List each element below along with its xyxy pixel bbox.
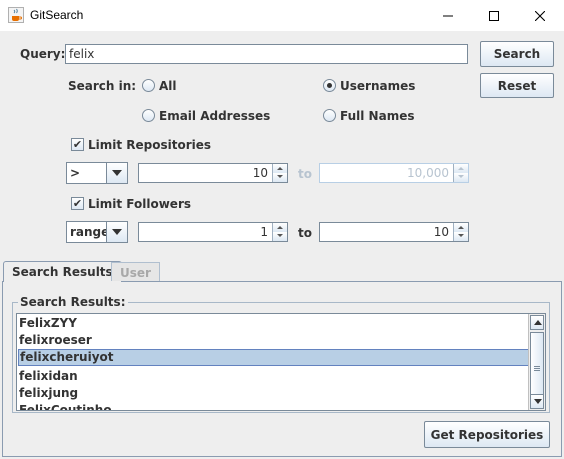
radio-full-names[interactable] bbox=[323, 109, 336, 122]
followers-operator-value: range bbox=[70, 225, 110, 239]
repos-to-value: 10,000 bbox=[407, 166, 449, 180]
followers-to-spinner[interactable]: 10 bbox=[319, 222, 469, 242]
list-item-selected[interactable]: felixcheruiyot bbox=[18, 349, 530, 366]
limit-repositories-checkbox[interactable]: ✔ bbox=[71, 138, 84, 151]
minimize-button[interactable] bbox=[425, 0, 471, 31]
repos-to-spinner: 10,000 bbox=[319, 163, 469, 183]
spinner-down-icon bbox=[454, 173, 468, 182]
results-list[interactable]: FelixZYY felixroeser felixcheruiyot feli… bbox=[16, 313, 546, 411]
followers-to-value: 10 bbox=[433, 225, 449, 239]
scroll-down-icon[interactable] bbox=[530, 394, 544, 409]
list-item[interactable]: felixidan bbox=[18, 368, 530, 385]
followers-from-spinner[interactable]: 1 bbox=[138, 222, 288, 242]
maximize-icon bbox=[489, 10, 499, 21]
radio-full-names-label[interactable]: Full Names bbox=[340, 109, 414, 123]
chevron-down-icon[interactable] bbox=[106, 222, 127, 242]
scroll-up-icon[interactable] bbox=[530, 315, 544, 330]
list-item[interactable]: felixjung bbox=[18, 385, 530, 402]
limit-followers-label[interactable]: Limit Followers bbox=[88, 197, 191, 211]
maximize-button[interactable] bbox=[471, 0, 517, 31]
list-item[interactable]: felixroeser bbox=[18, 332, 530, 349]
followers-operator-select[interactable]: range bbox=[66, 221, 128, 243]
spinner-down-icon[interactable] bbox=[454, 232, 468, 241]
title-bar[interactable]: GitSearch bbox=[0, 0, 564, 31]
search-button[interactable]: Search bbox=[480, 41, 554, 67]
limit-followers-checkbox[interactable]: ✔ bbox=[71, 197, 84, 210]
search-in-label: Search in: bbox=[68, 79, 137, 93]
followers-to-label: to bbox=[298, 226, 312, 240]
close-icon bbox=[535, 10, 545, 21]
search-results-title: Search Results: bbox=[18, 295, 128, 309]
minimize-icon bbox=[443, 15, 453, 16]
radio-email-addresses[interactable] bbox=[142, 109, 155, 122]
query-input[interactable]: felix bbox=[65, 44, 468, 64]
list-item[interactable]: FelixCoutinho bbox=[18, 402, 530, 410]
spinner-down-icon[interactable] bbox=[273, 232, 287, 241]
tab-search-results[interactable]: Search Results bbox=[3, 261, 122, 282]
repos-operator-select[interactable]: > bbox=[66, 162, 128, 184]
radio-all[interactable] bbox=[142, 79, 155, 92]
repos-operator-value: > bbox=[70, 166, 81, 180]
radio-usernames[interactable] bbox=[323, 79, 336, 92]
radio-email-addresses-label[interactable]: Email Addresses bbox=[159, 109, 270, 123]
gitsearch-window: GitSearch Query: felix Search Reset Sear… bbox=[0, 0, 564, 459]
followers-from-value: 1 bbox=[260, 225, 268, 239]
window-title: GitSearch bbox=[30, 8, 84, 22]
radio-all-label[interactable]: All bbox=[159, 79, 177, 93]
repos-to-label: to bbox=[298, 167, 312, 181]
reset-button[interactable]: Reset bbox=[480, 73, 554, 98]
list-item[interactable]: FelixZYY bbox=[18, 315, 530, 332]
repos-from-spinner[interactable]: 10 bbox=[138, 163, 288, 183]
chevron-down-icon[interactable] bbox=[106, 163, 127, 183]
java-cup-icon bbox=[8, 7, 24, 23]
tab-user[interactable]: User bbox=[111, 262, 160, 281]
radio-usernames-label[interactable]: Usernames bbox=[340, 79, 415, 93]
get-repositories-button[interactable]: Get Repositories bbox=[424, 421, 550, 448]
query-label: Query: bbox=[20, 47, 66, 61]
close-button[interactable] bbox=[517, 0, 563, 31]
spinner-down-icon[interactable] bbox=[273, 173, 287, 182]
results-scrollbar[interactable] bbox=[528, 314, 545, 410]
repos-from-value: 10 bbox=[252, 166, 268, 180]
limit-repositories-label[interactable]: Limit Repositories bbox=[88, 138, 211, 152]
